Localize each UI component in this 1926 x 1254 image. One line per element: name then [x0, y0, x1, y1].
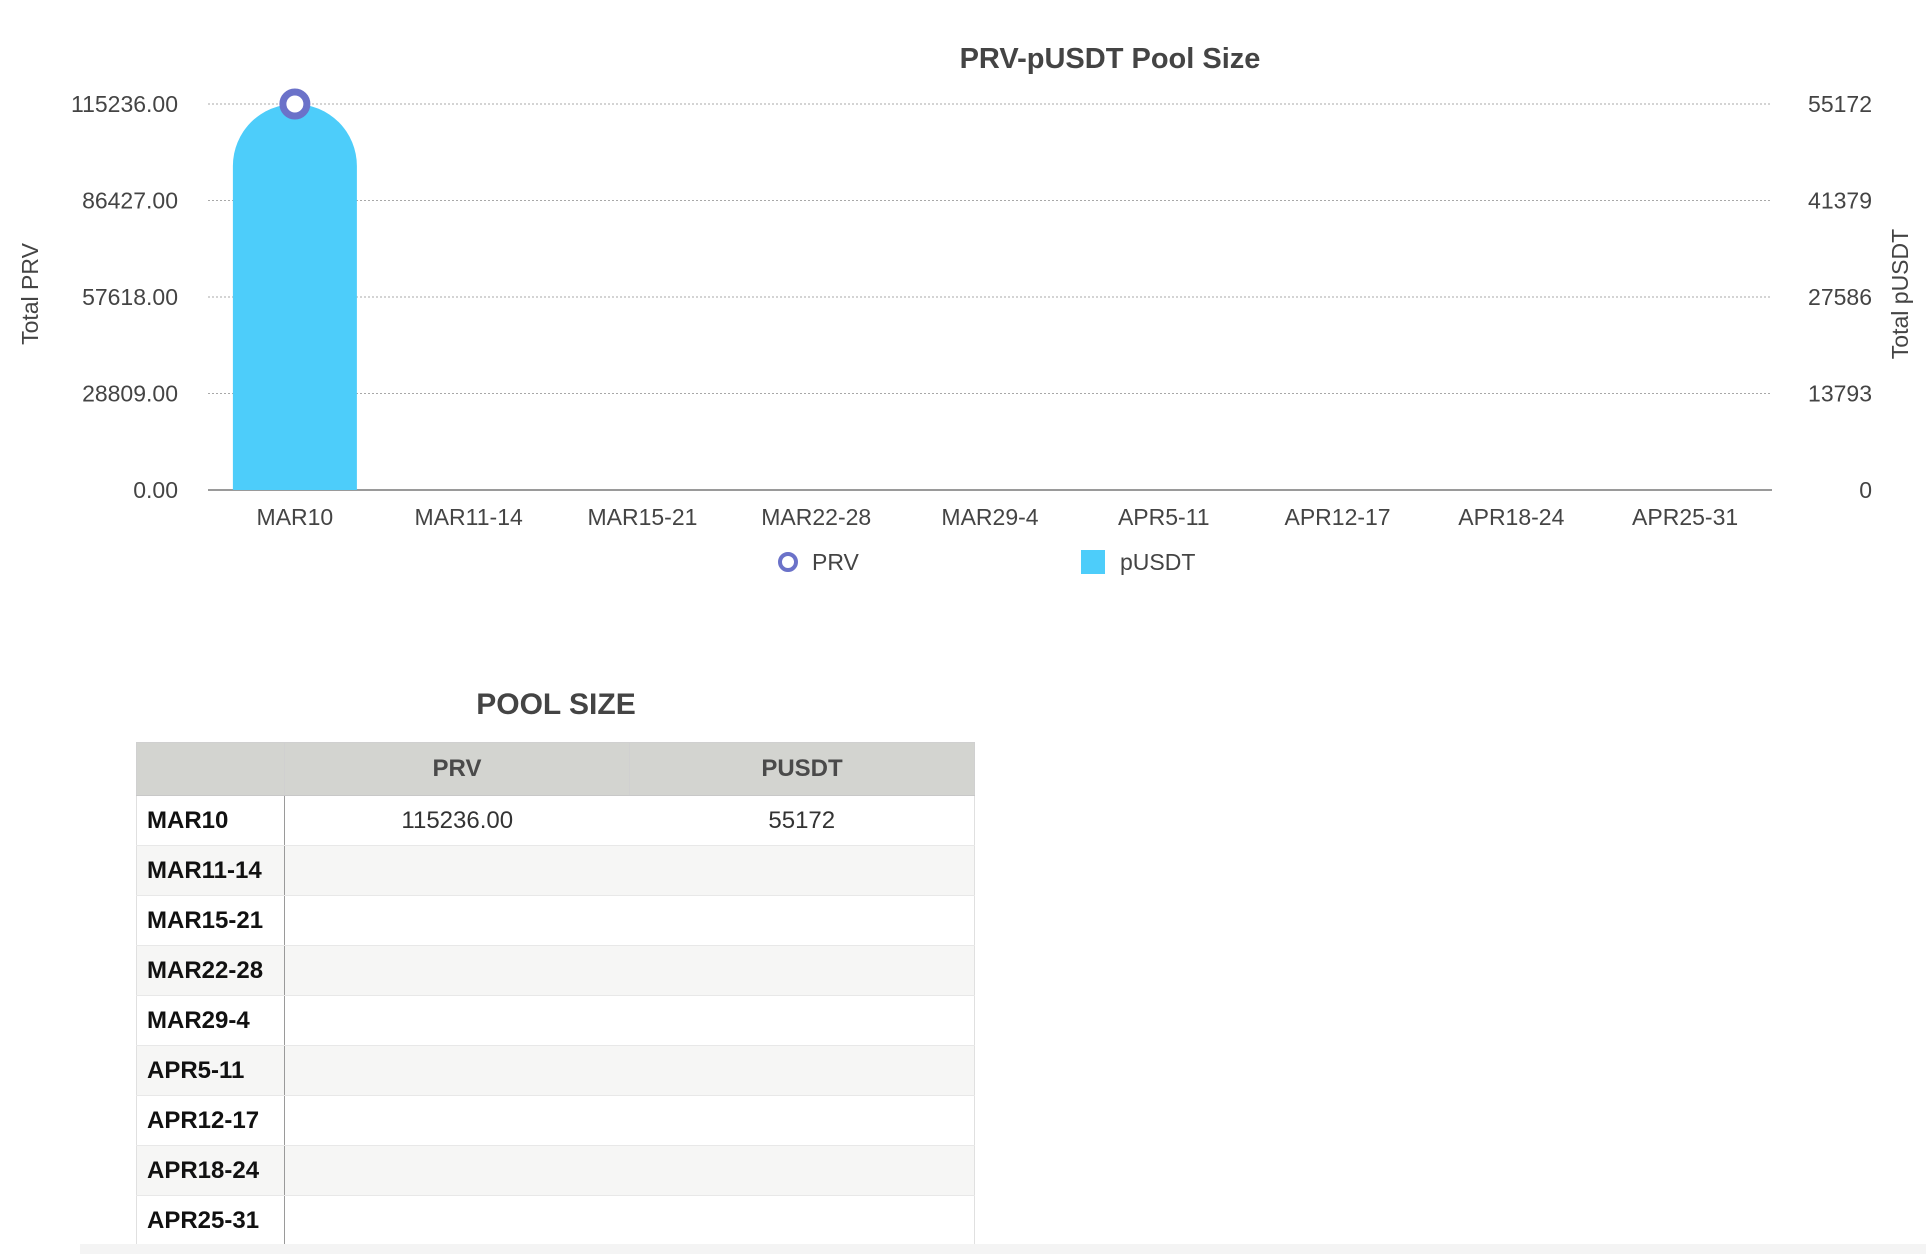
pusdt-cell: [629, 1045, 975, 1096]
pusdt-cell: [629, 995, 975, 1046]
table-body: MAR10 115236.00 55172 MAR11-14 MAR15-21 MAR22…: [136, 795, 975, 1246]
row-label: APR5-11: [136, 1045, 285, 1096]
x-tick-label: MAR10: [257, 504, 334, 530]
prv-cell: [284, 1095, 630, 1146]
pusdt-cell: [629, 1095, 975, 1146]
y-left-tick-label: 115236.00: [71, 91, 178, 117]
prv-cell: [284, 995, 630, 1046]
y-left-tick-label: 86427.00: [82, 188, 178, 214]
legend-marker-prv: [778, 552, 798, 572]
prv-cell: [284, 1145, 630, 1196]
y-left-axis-title: Total PRV: [17, 242, 43, 345]
table-row: MAR22-28: [136, 945, 975, 996]
y-left-tick-label: 28809.00: [82, 381, 178, 407]
footer-shade: [80, 1244, 1926, 1254]
bar-pusdt: [232, 103, 357, 490]
header-pusdt: PUSDT: [629, 742, 975, 796]
pool-size-chart: PRV-pUSDT Pool Size 0.00 28809.00 57618.00 8…: [0, 0, 1926, 640]
pusdt-cell: [629, 845, 975, 896]
row-label: APR12-17: [136, 1095, 285, 1146]
table-row: APR25-31: [136, 1195, 975, 1246]
row-label: MAR10: [136, 795, 285, 846]
x-tick-label: APR12-17: [1284, 504, 1390, 530]
row-label: MAR29-4: [136, 995, 285, 1046]
legend-marker-pusdt: [1081, 550, 1105, 574]
prv-cell: [284, 1045, 630, 1096]
y-left-tick-label: 0.00: [133, 477, 178, 503]
prv-cell: [284, 1195, 630, 1246]
legend-label-prv: PRV: [812, 549, 860, 575]
y-right-tick-label: 27586: [1808, 284, 1872, 310]
chart-title: PRV-pUSDT Pool Size: [960, 43, 1261, 75]
header-blank: [136, 742, 285, 796]
table-row: MAR10 115236.00 55172: [136, 795, 975, 846]
x-tick-label: MAR29-4: [941, 504, 1038, 530]
pool-size-table: PRV PUSDT MAR10 115236.00 55172 MAR11-14 MAR…: [136, 742, 975, 1246]
x-tick-label: MAR11-14: [415, 504, 523, 530]
point-prv: [279, 88, 311, 120]
table-header-row: PRV PUSDT: [136, 742, 975, 796]
row-label: APR18-24: [136, 1145, 285, 1196]
table-row: APR12-17: [136, 1095, 975, 1146]
pusdt-cell: 55172: [629, 795, 975, 846]
table-row: MAR11-14: [136, 845, 975, 896]
y-right-axis-title: Total pUSDT: [1887, 229, 1913, 359]
x-tick-label: APR25-31: [1632, 504, 1738, 530]
legend-label-pusdt: pUSDT: [1120, 549, 1195, 575]
y-right-tick-label: 0: [1859, 477, 1872, 503]
table-title: POOL SIZE: [476, 688, 636, 721]
table-row: MAR15-21: [136, 895, 975, 946]
x-tick-label: MAR22-28: [761, 504, 871, 530]
table-row: APR5-11: [136, 1045, 975, 1096]
y-left-tick-label: 57618.00: [82, 284, 178, 310]
prv-cell: [284, 845, 630, 896]
prv-cell: [284, 895, 630, 946]
y-right-tick-label: 41379: [1808, 188, 1872, 214]
x-tick-label: MAR15-21: [587, 504, 697, 530]
header-prv: PRV: [284, 742, 630, 796]
table-row: APR18-24: [136, 1145, 975, 1196]
pusdt-cell: [629, 1195, 975, 1246]
pusdt-cell: [629, 895, 975, 946]
row-label: MAR22-28: [136, 945, 285, 996]
y-right-tick-label: 13793: [1808, 381, 1872, 407]
pusdt-cell: [629, 1145, 975, 1196]
x-tick-label: APR18-24: [1458, 504, 1564, 530]
chart-svg: PRV-pUSDT Pool Size 0.00 28809.00 57618.00 8…: [17, 43, 1913, 575]
row-label: APR25-31: [136, 1195, 285, 1246]
row-label: MAR11-14: [136, 845, 285, 896]
prv-cell: [284, 945, 630, 996]
y-right-tick-label: 55172: [1808, 91, 1872, 117]
x-tick-label: APR5-11: [1118, 504, 1210, 530]
row-label: MAR15-21: [136, 895, 285, 946]
table-row: MAR29-4: [136, 995, 975, 1046]
pusdt-cell: [629, 945, 975, 996]
prv-cell: 115236.00: [284, 795, 630, 846]
